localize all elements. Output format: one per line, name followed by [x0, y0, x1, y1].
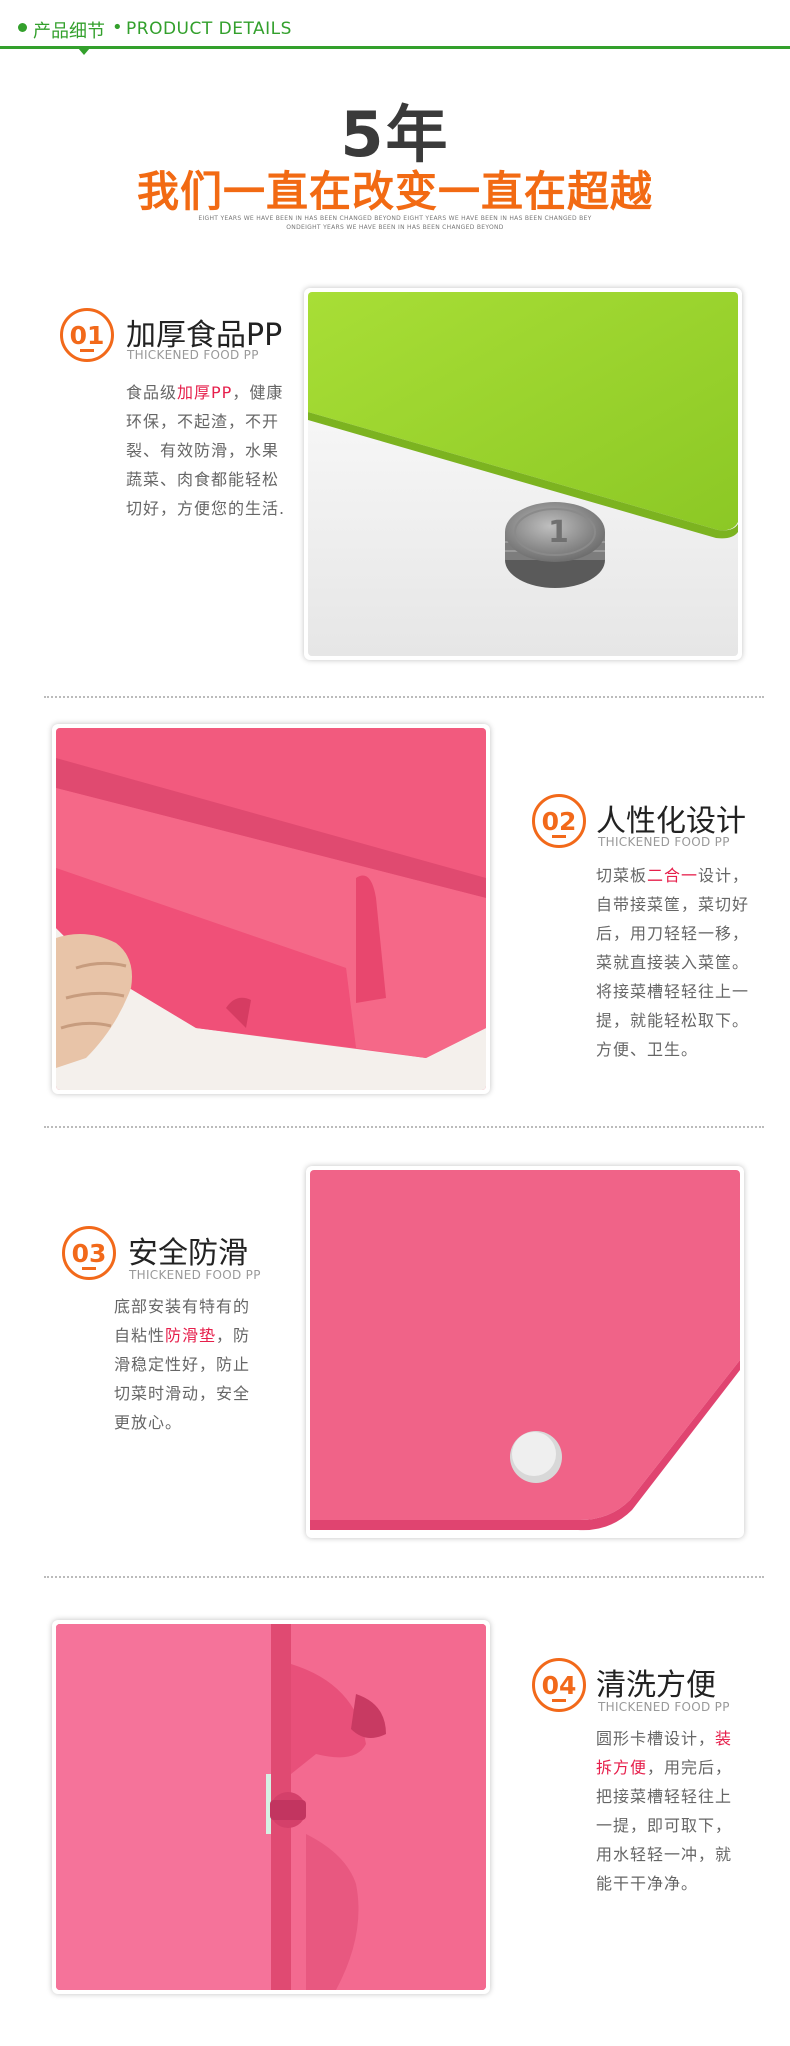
- hero-en-line-2: ONDEIGHT YEARS WE HAVE BEEN IN HAS BEEN …: [286, 224, 504, 231]
- feature-number: 02: [541, 807, 577, 836]
- antislip-illustration: [310, 1170, 740, 1534]
- highlight-text: 防滑垫: [165, 1326, 217, 1345]
- description-line: 切菜时滑动，安全: [114, 1379, 250, 1408]
- description-text: ，用完后，: [647, 1758, 733, 1777]
- description-text: 切好，方便您的生活.: [126, 499, 286, 518]
- description-line: 切好，方便您的生活.: [126, 494, 285, 523]
- highlight-text: 加厚PP: [177, 383, 233, 402]
- description-line: 拆方便，用完后，: [596, 1753, 732, 1782]
- description-line: 菜就直接装入菜筐。: [596, 948, 749, 977]
- feature-number: 03: [71, 1239, 107, 1268]
- tray-illustration: [56, 728, 486, 1090]
- description-text: 能干干净净。: [596, 1874, 699, 1893]
- feature-subtitle: THICKENED FOOD PP: [598, 1700, 730, 1714]
- description-text: 后，用刀轻轻一移，: [596, 924, 750, 943]
- feature-number-badge: 02: [532, 794, 586, 848]
- description-line: 用水轻轻一冲，就: [596, 1840, 732, 1869]
- description-text: 蔬菜、肉食都能轻松: [126, 470, 280, 489]
- header-en-title: PRODUCT DETAILS: [126, 19, 292, 39]
- description-line: 方便、卫生。: [596, 1035, 749, 1064]
- coin-number: 1: [548, 515, 569, 550]
- description-text: 提，就能轻松取下。: [596, 1011, 750, 1030]
- feature-title: 清洗方便: [596, 1668, 716, 1703]
- description-text: 更放心。: [114, 1413, 183, 1432]
- feature-subtitle: THICKENED FOOD PP: [127, 348, 259, 362]
- description-line: 食品级加厚PP，健康: [126, 378, 285, 407]
- description-line: 提，就能轻松取下。: [596, 1006, 749, 1035]
- description-line: 把接菜槽轻轻往上: [596, 1782, 732, 1811]
- description-line: 底部安装有特有的: [114, 1292, 250, 1321]
- product-photo-antislip: [306, 1166, 744, 1538]
- feature-number-badge: 01: [60, 308, 114, 362]
- description-text: 裂、有效防滑，水果: [126, 441, 280, 460]
- bullet-icon: [18, 23, 27, 32]
- description-text: 切菜板: [596, 866, 648, 885]
- hero-slogan: 我们一直在改变一直在超越: [136, 167, 653, 216]
- description-text: 环保，不起渣，不开: [126, 412, 280, 431]
- description-text: 滑稳定性好，防止: [114, 1355, 251, 1374]
- section-divider: [44, 1126, 764, 1128]
- description-line: 自粘性防滑垫，防: [114, 1321, 250, 1350]
- feature-subtitle: THICKENED FOOD PP: [598, 835, 730, 849]
- product-photo-thickness: 1: [304, 288, 742, 660]
- feature-description: 切菜板二合一设计， 自带接菜筐，菜切好 后，用刀轻轻一移， 菜就直接装入菜筐。 将接菜槽…: [596, 861, 749, 1064]
- feature-title: 安全防滑: [128, 1236, 248, 1271]
- description-text: 切菜时滑动，安全: [114, 1384, 251, 1403]
- description-text: 用水轻轻一冲，就: [596, 1845, 733, 1864]
- description-text: 圆形卡槽设计，: [596, 1729, 716, 1748]
- section-divider: [44, 1576, 764, 1578]
- feature-number: 01: [69, 321, 105, 350]
- product-photo-design: [52, 724, 490, 1094]
- description-line: 环保，不起渣，不开: [126, 407, 285, 436]
- feature-number-badge: 03: [62, 1226, 116, 1280]
- highlight-text: 二合一: [647, 866, 699, 885]
- feature-description: 圆形卡槽设计，装 拆方便，用完后， 把接菜槽轻轻往上 一提，即可取下， 用水轻轻一冲，就…: [596, 1724, 732, 1898]
- header-underline: [0, 46, 790, 49]
- header-notch: [78, 48, 90, 55]
- hero-en-line-1: EIGHT YEARS WE HAVE BEEN IN HAS BEEN CHA…: [198, 215, 592, 222]
- description-line: 后，用刀轻轻一移，: [596, 919, 749, 948]
- description-line: 蔬菜、肉食都能轻松: [126, 465, 285, 494]
- description-text: 将接菜槽轻轻往上一: [596, 982, 750, 1001]
- description-text: 方便、卫生。: [596, 1040, 699, 1059]
- description-text: ，防: [216, 1326, 251, 1345]
- description-text: 菜就直接装入菜筐。: [596, 953, 750, 972]
- description-line: 将接菜槽轻轻往上一: [596, 977, 749, 1006]
- board-coin-illustration: 1: [308, 292, 738, 656]
- description-text: 食品级: [126, 383, 178, 402]
- description-line: 更放心。: [114, 1408, 250, 1437]
- header-separator: •: [112, 17, 123, 38]
- clip-illustration: [56, 1624, 486, 1990]
- description-line: 一提，即可取下，: [596, 1811, 732, 1840]
- description-text: 一提，即可取下，: [596, 1816, 733, 1835]
- section-divider: [44, 696, 764, 698]
- feature-number: 04: [541, 1671, 577, 1700]
- feature-description: 底部安装有特有的 自粘性防滑垫，防 滑稳定性好，防止 切菜时滑动，安全 更放心。: [114, 1292, 250, 1437]
- description-text: 自粘性: [114, 1326, 166, 1345]
- feature-title: 人性化设计: [596, 804, 746, 839]
- description-text: 自带接菜筐，菜切好: [596, 895, 750, 914]
- description-line: 切菜板二合一设计，: [596, 861, 749, 890]
- highlight-text: 装: [715, 1729, 733, 1748]
- description-line: 裂、有效防滑，水果: [126, 436, 285, 465]
- description-line: 能干干净净。: [596, 1869, 732, 1898]
- highlight-text: 拆方便: [596, 1758, 648, 1777]
- description-text: ，健康: [232, 383, 284, 402]
- description-line: 自带接菜筐，菜切好: [596, 890, 749, 919]
- description-line: 圆形卡槽设计，装: [596, 1724, 732, 1753]
- feature-subtitle: THICKENED FOOD PP: [129, 1268, 261, 1282]
- product-photo-cleaning: [52, 1620, 490, 1994]
- header-zh-title: 产品细节: [33, 21, 105, 42]
- section-header: 产品细节 • PRODUCT DETAILS: [0, 0, 790, 55]
- description-line: 滑稳定性好，防止: [114, 1350, 250, 1379]
- feature-number-badge: 04: [532, 1658, 586, 1712]
- feature-description: 食品级加厚PP，健康环保，不起渣，不开 裂、有效防滑，水果 蔬菜、肉食都能轻松 切好，…: [126, 378, 285, 523]
- description-text: 设计，: [698, 866, 750, 885]
- description-text: 把接菜槽轻轻往上: [596, 1787, 733, 1806]
- description-text: 底部安装有特有的: [114, 1297, 251, 1316]
